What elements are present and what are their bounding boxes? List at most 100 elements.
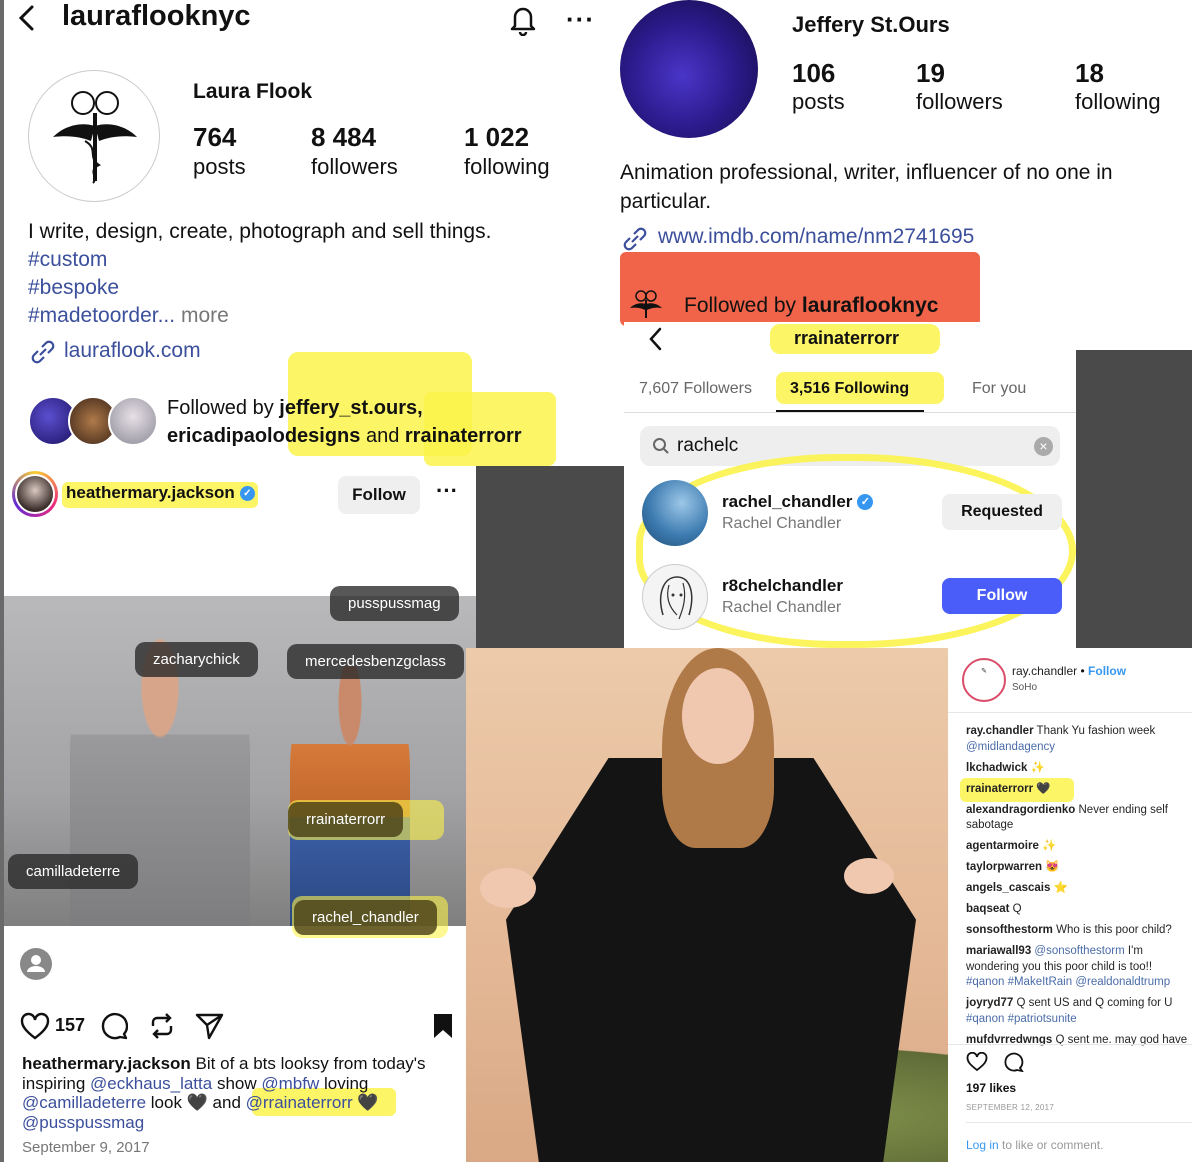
- login-link[interactable]: Log in: [966, 1138, 999, 1152]
- comment-hashtags[interactable]: #qanon #MakeItRain @realdonaldtrump: [966, 976, 1170, 988]
- stat-following[interactable]: 18 following: [1075, 58, 1161, 115]
- photo-tag[interactable]: rachel_chandler: [294, 900, 437, 935]
- heart-icon[interactable]: [966, 1052, 988, 1072]
- comment-username[interactable]: lkchadwick: [966, 762, 1027, 774]
- like-count[interactable]: 157: [55, 1015, 85, 1036]
- stat-posts[interactable]: 106 posts: [792, 58, 845, 115]
- stat-label: following: [1075, 89, 1161, 114]
- comment-mention[interactable]: @sonsofthestorm: [1034, 945, 1124, 957]
- more-link[interactable]: more: [181, 304, 229, 327]
- comment-row: agentarmoire ✨: [966, 839, 1192, 855]
- post-panel-heather: heathermary.jackson ✓ Follow ··· pusspus…: [0, 466, 476, 1162]
- comment-text: ✨: [1042, 840, 1057, 852]
- caption-mention[interactable]: @rrainaterrorr: [246, 1093, 353, 1112]
- comment-username[interactable]: baqseat: [966, 903, 1009, 915]
- hashtag-madetoorder[interactable]: #madetoorder: [28, 304, 158, 327]
- comment-username[interactable]: rrainaterrorr: [966, 783, 1033, 795]
- comment-mention[interactable]: @midlandagency: [966, 741, 1055, 753]
- username: rachel_chandler: [722, 492, 853, 511]
- more-options-icon[interactable]: ···: [436, 478, 458, 504]
- caption-mention[interactable]: @camilladeterre: [22, 1093, 146, 1112]
- back-arrow-icon[interactable]: [14, 4, 40, 32]
- profile-bio: Animation professional, writer, influenc…: [620, 161, 1113, 213]
- comment-username[interactable]: sonsofthestorm: [966, 924, 1053, 936]
- comment-text: Q: [1012, 903, 1022, 915]
- comment-text: Who is this poor child?: [1056, 924, 1172, 936]
- avatar[interactable]: [642, 480, 708, 546]
- follow-link[interactable]: Follow: [1088, 664, 1126, 678]
- list-item-fullname: Rachel Chandler: [722, 515, 842, 532]
- stat-following[interactable]: 1 022 following: [464, 122, 550, 180]
- mutual-user[interactable]: lauraflooknyc: [802, 294, 939, 317]
- hashtag-custom[interactable]: #custom: [28, 248, 107, 272]
- list-item[interactable]: r8chelchandler Rachel Chandler Follow: [640, 564, 1064, 630]
- profile-website-link[interactable]: www.imdb.com/name/nm2741695: [658, 225, 974, 249]
- header-divider: [948, 712, 1192, 713]
- back-arrow-icon[interactable]: [646, 326, 666, 352]
- photo-figure: [290, 666, 410, 926]
- user-tags-icon[interactable]: [20, 948, 52, 980]
- mutual-avatars[interactable]: [28, 396, 158, 446]
- share-icon[interactable]: [195, 1012, 225, 1040]
- avatar[interactable]: [620, 0, 758, 138]
- comment-username[interactable]: mariawall93: [966, 945, 1031, 957]
- photo-tag[interactable]: pusspussmag: [330, 586, 459, 621]
- stat-followers[interactable]: 19 followers: [916, 58, 1003, 115]
- following-panel: rrainaterrorr 7,607 Followers 3,516 Foll…: [624, 322, 1076, 648]
- photo-tag[interactable]: zacharychick: [135, 642, 258, 677]
- mutual-user[interactable]: rrainaterrorr: [405, 425, 522, 447]
- tab-for-you[interactable]: For you: [972, 380, 1026, 398]
- hashtag-bespoke[interactable]: #bespoke: [28, 276, 119, 300]
- followed-by-text[interactable]: Followed by jeffery_st.ours, ericadipaol…: [167, 394, 587, 450]
- mutual-user[interactable]: ericadipaolodesigns: [167, 425, 360, 447]
- bookmark-icon[interactable]: [432, 1012, 454, 1040]
- comment-username[interactable]: joyryd77: [966, 997, 1013, 1009]
- photo-tag[interactable]: mercedesbenzgclass: [287, 644, 464, 679]
- comment-row: mufdvrredwngs Q sent me. may god have: [966, 1033, 1192, 1049]
- profile-website-link[interactable]: lauraflook.com: [64, 339, 201, 363]
- more-options-icon[interactable]: ···: [566, 4, 595, 35]
- comment-username[interactable]: alexandragordienko: [966, 804, 1075, 816]
- comment-username[interactable]: agentarmoire: [966, 840, 1039, 852]
- stat-posts[interactable]: 764 posts: [193, 122, 246, 180]
- caption-username[interactable]: heathermary.jackson: [22, 1054, 191, 1073]
- heart-icon[interactable]: [20, 1012, 50, 1040]
- follow-button[interactable]: Follow: [942, 578, 1062, 614]
- search-input[interactable]: rachelc: [677, 435, 738, 457]
- comment-icon[interactable]: [1002, 1052, 1024, 1072]
- stat-label: followers: [916, 89, 1003, 114]
- avatar[interactable]: [12, 471, 58, 517]
- mutual-user[interactable]: jeffery_st.ours,: [279, 397, 422, 419]
- photo-tag[interactable]: camilladeterre: [8, 854, 139, 889]
- post-date: SEPTEMBER 12, 2017: [966, 1103, 1055, 1112]
- avatar[interactable]: [28, 70, 160, 202]
- comment-username[interactable]: taylorpwarren: [966, 861, 1042, 873]
- caption-mention[interactable]: @pusspussmag: [22, 1113, 144, 1132]
- post-username[interactable]: heathermary.jackson ✓: [66, 483, 255, 503]
- caption-mention[interactable]: @eckhaus_latta: [90, 1074, 212, 1093]
- bell-icon[interactable]: [506, 2, 540, 36]
- tab-following[interactable]: 3,516 Following: [790, 380, 909, 398]
- photo-tag[interactable]: rrainaterrorr: [288, 802, 404, 837]
- clear-icon[interactable]: ×: [1034, 437, 1053, 456]
- avatar[interactable]: [642, 564, 708, 630]
- stat-number: 19: [916, 58, 945, 88]
- stat-followers[interactable]: 8 484 followers: [311, 122, 398, 180]
- list-item[interactable]: rachel_chandler ✓ Rachel Chandler Reques…: [640, 480, 1064, 546]
- photo-panel[interactable]: [466, 648, 948, 1162]
- repost-icon[interactable]: [148, 1012, 176, 1040]
- follow-button[interactable]: Follow: [338, 476, 420, 514]
- comment-username[interactable]: angels_cascais: [966, 882, 1050, 894]
- avatar[interactable]: ✎: [962, 658, 1006, 702]
- followed-by-text[interactable]: Followed by lauraflooknyc: [684, 294, 938, 318]
- username[interactable]: ray.chandler: [1012, 664, 1077, 678]
- caption-mention[interactable]: @mbfw: [261, 1074, 319, 1093]
- tab-followers[interactable]: 7,607 Followers: [639, 380, 752, 398]
- requested-button[interactable]: Requested: [942, 494, 1062, 530]
- post-location[interactable]: SoHo: [1012, 682, 1037, 693]
- comment-username[interactable]: ray.chandler: [966, 725, 1034, 737]
- comment-hashtags[interactable]: #qanon #patriotsunite: [966, 1013, 1077, 1025]
- like-count[interactable]: 197 likes: [966, 1081, 1016, 1095]
- comment-text: Q sent US and Q coming for U: [1016, 997, 1173, 1009]
- comment-icon[interactable]: [100, 1012, 128, 1040]
